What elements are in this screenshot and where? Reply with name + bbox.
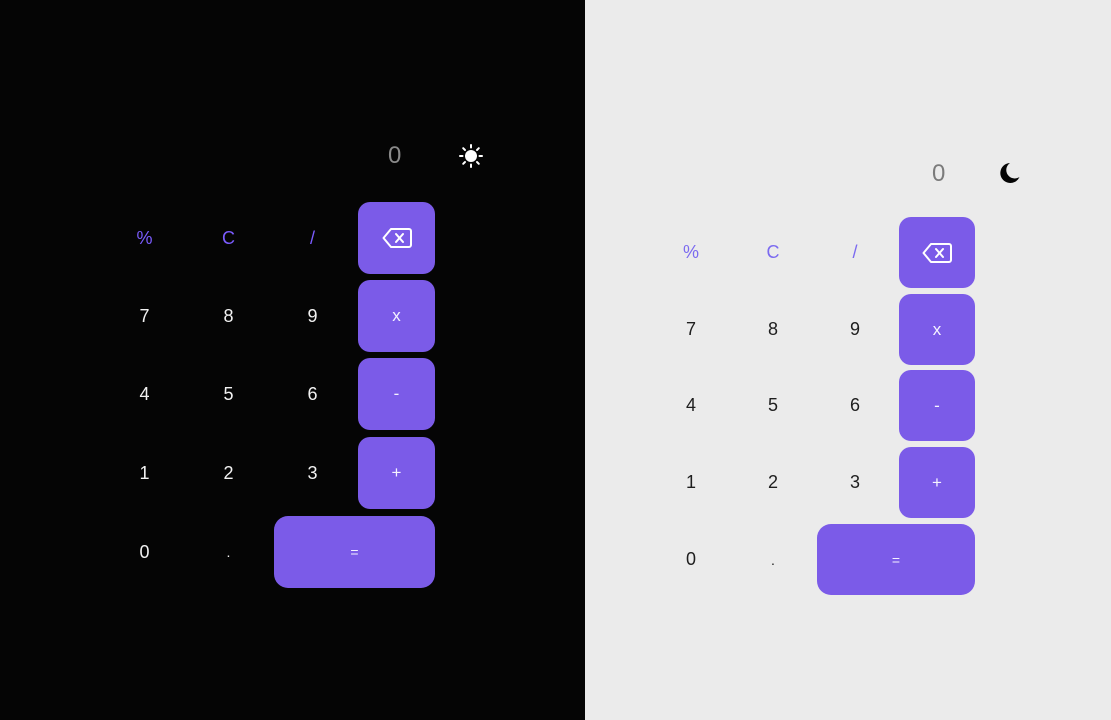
- seven-button[interactable]: 7: [653, 294, 729, 365]
- backspace-icon: [382, 228, 412, 248]
- clear-button[interactable]: C: [190, 202, 267, 274]
- equals-button[interactable]: =: [817, 524, 975, 595]
- nine-button[interactable]: 9: [817, 294, 893, 365]
- eight-button[interactable]: 8: [735, 294, 811, 365]
- backspace-button[interactable]: [899, 217, 975, 288]
- clear-button[interactable]: C: [735, 217, 811, 288]
- three-button[interactable]: 3: [274, 437, 351, 509]
- percent-button[interactable]: %: [653, 217, 729, 288]
- two-button[interactable]: 2: [190, 437, 267, 509]
- zero-button[interactable]: 0: [653, 524, 729, 595]
- decimal-button[interactable]: .: [190, 516, 267, 588]
- nine-button[interactable]: 9: [274, 280, 351, 352]
- one-button[interactable]: 1: [106, 437, 183, 509]
- one-button[interactable]: 1: [653, 447, 729, 518]
- six-button[interactable]: 6: [274, 358, 351, 430]
- backspace-icon: [922, 242, 952, 263]
- multiply-button[interactable]: x: [358, 280, 435, 352]
- add-button[interactable]: +: [358, 437, 435, 509]
- backspace-button[interactable]: [358, 202, 435, 274]
- eight-button[interactable]: 8: [190, 280, 267, 352]
- light-theme-calculator: 0 % C / 7 8 9 x 4 5 6 - 1 2 3 + 0 . =: [585, 0, 1111, 720]
- percent-button[interactable]: %: [106, 202, 183, 274]
- subtract-button[interactable]: -: [358, 358, 435, 430]
- three-button[interactable]: 3: [817, 447, 893, 518]
- display-value: 0: [932, 160, 946, 187]
- zero-button[interactable]: 0: [106, 516, 183, 588]
- subtract-button[interactable]: -: [899, 370, 975, 441]
- moon-icon: [1000, 163, 1020, 183]
- two-button[interactable]: 2: [735, 447, 811, 518]
- four-button[interactable]: 4: [653, 370, 729, 441]
- dark-theme-calculator: 0 % C / 7 8 9 x 4 5 6 - 1 2 3 + 0 . =: [0, 0, 585, 720]
- equals-button[interactable]: =: [274, 516, 435, 588]
- theme-toggle-button[interactable]: [996, 160, 1022, 186]
- divide-button[interactable]: /: [817, 217, 893, 288]
- decimal-button[interactable]: .: [735, 524, 811, 595]
- add-button[interactable]: +: [899, 447, 975, 518]
- theme-toggle-button[interactable]: [458, 143, 484, 169]
- seven-button[interactable]: 7: [106, 280, 183, 352]
- multiply-button[interactable]: x: [899, 294, 975, 365]
- divide-button[interactable]: /: [274, 202, 351, 274]
- five-button[interactable]: 5: [190, 358, 267, 430]
- six-button[interactable]: 6: [817, 370, 893, 441]
- display-value: 0: [388, 142, 402, 169]
- four-button[interactable]: 4: [106, 358, 183, 430]
- five-button[interactable]: 5: [735, 370, 811, 441]
- sun-icon: [459, 144, 483, 168]
